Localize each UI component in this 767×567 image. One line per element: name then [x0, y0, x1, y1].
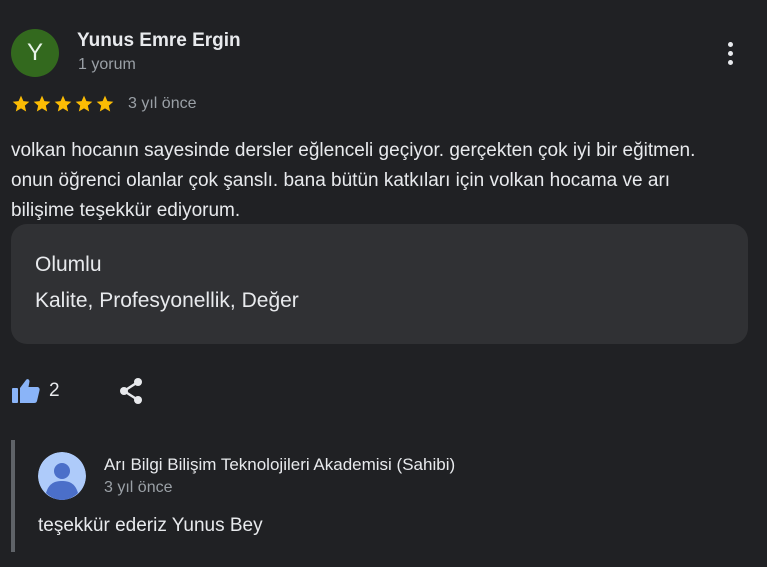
- reply-time: 3 yıl önce: [104, 479, 173, 496]
- owner-avatar[interactable]: [38, 452, 86, 500]
- more-vert-icon-dot: [727, 59, 733, 65]
- star-icon: [12, 95, 30, 112]
- rating-row: 3 yıl önce: [11, 94, 196, 114]
- thumb-up-icon: [12, 379, 40, 403]
- more-vert-icon-dot: [727, 50, 733, 56]
- like-count: 2: [49, 380, 60, 401]
- star-rating: [11, 94, 115, 114]
- highlight-values: Kalite, Profesyonellik, Değer: [35, 289, 299, 312]
- default-avatar-icon: [38, 452, 86, 500]
- star-icon: [75, 95, 93, 112]
- avatar-initial: Y: [26, 39, 43, 66]
- review-highlights: Olumlu Kalite, Profesyonellik, Değer: [11, 224, 748, 344]
- star-icon: [33, 95, 51, 112]
- author-avatar[interactable]: Y: [11, 29, 59, 77]
- author-review-count: 1 yorum: [78, 56, 136, 73]
- reply-divider: [11, 440, 15, 552]
- review-card: Y Yunus Emre Ergin 1 yorum 3 yıl önce vo…: [0, 0, 767, 567]
- share-icon: [119, 378, 142, 404]
- star-icon: [54, 95, 72, 112]
- owner-name[interactable]: Arı Bilgi Bilişim Teknolojileri Akademis…: [104, 455, 455, 475]
- like-button[interactable]: 2: [11, 377, 60, 405]
- review-time: 3 yıl önce: [128, 95, 197, 112]
- highlight-title: Olumlu: [35, 253, 102, 276]
- author-name[interactable]: Yunus Emre Ergin: [77, 30, 241, 52]
- review-actions: 2: [11, 374, 146, 408]
- review-text: volkan hocanın sayesinde dersler eğlence…: [11, 140, 696, 221]
- share-button[interactable]: [116, 376, 146, 406]
- more-vert-icon: [727, 41, 733, 47]
- more-options-button[interactable]: [715, 38, 745, 68]
- star-icon: [96, 95, 114, 112]
- reply-text: teşekkür ederiz Yunus Bey: [38, 515, 263, 536]
